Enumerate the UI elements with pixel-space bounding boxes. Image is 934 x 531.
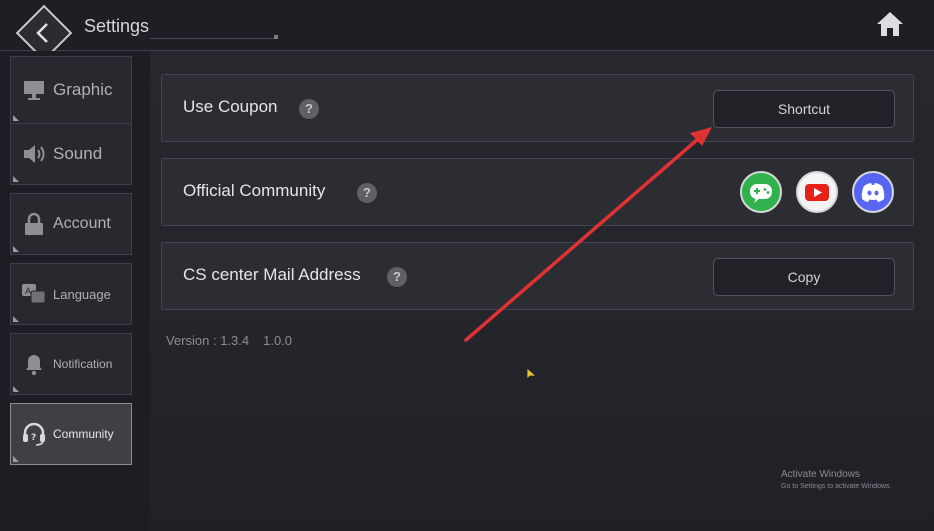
activate-windows-watermark: Activate Windows Go to Settings to activ… [781,469,892,490]
mouse-cursor-icon [526,367,538,380]
activate-windows-subtitle: Go to Settings to activate Windows. [781,483,892,490]
annotation-arrow [464,127,712,342]
activate-windows-title: Activate Windows [781,469,860,480]
